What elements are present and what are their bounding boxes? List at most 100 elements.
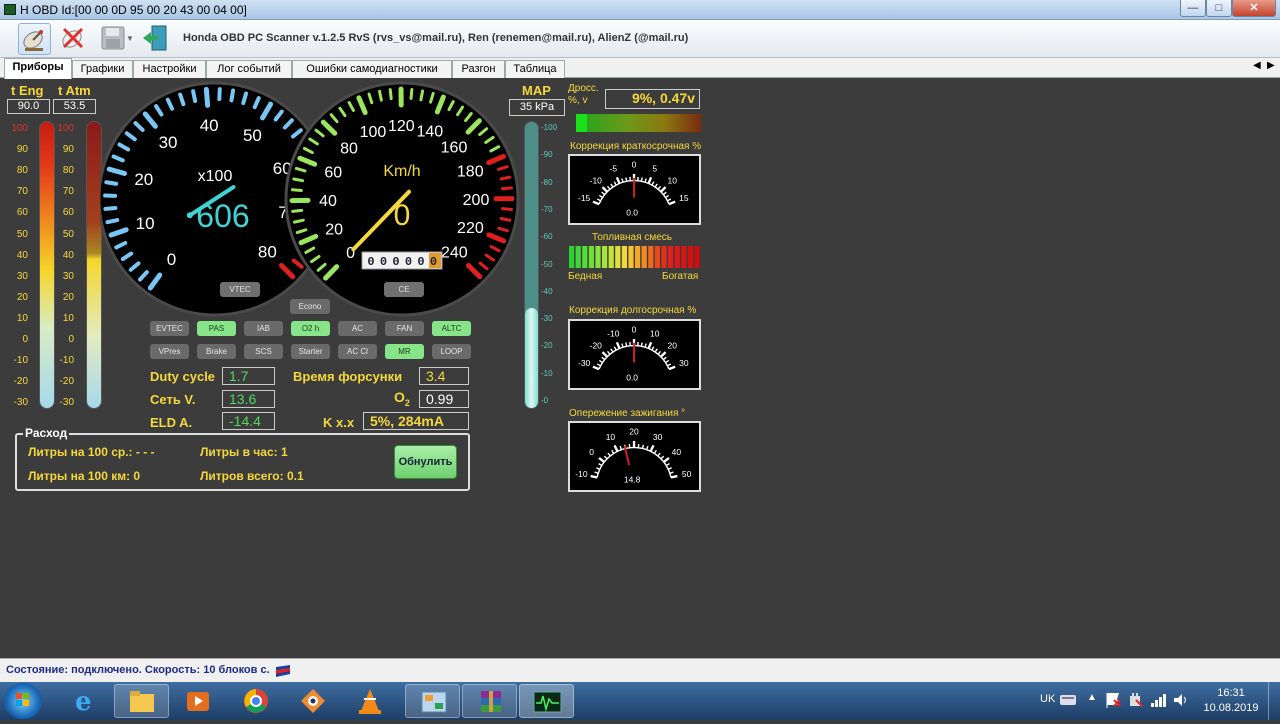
speedo-unit-label: Km/h	[383, 163, 420, 180]
disconnect-button[interactable]	[58, 23, 91, 55]
taskbar: e UK ▲ 16:31 10.08.2019	[0, 682, 1280, 720]
keyboard-icon[interactable]	[1060, 693, 1076, 705]
start-button[interactable]	[4, 683, 42, 719]
tab-gauges[interactable]: Приборы	[4, 58, 72, 79]
windows-logo-icon	[4, 683, 42, 719]
vlc-taskbar-button[interactable]	[342, 684, 397, 718]
meter-tick	[669, 367, 675, 369]
meter-tick	[651, 445, 654, 451]
network-voltage-label: Сеть V.	[150, 392, 196, 407]
obd-scanner-taskbar-button[interactable]	[519, 684, 574, 718]
clock-date[interactable]: 10.08.2019	[1200, 702, 1262, 714]
meter-tick-label: 10	[668, 175, 678, 185]
scale-tick-label: 60	[56, 207, 74, 218]
speedo-tick-label: 40	[319, 193, 337, 210]
tab-acceleration[interactable]: Разгон	[452, 60, 505, 78]
tab-event-log[interactable]: Лог событий	[206, 60, 292, 78]
internet-explorer-taskbar-button[interactable]: e	[57, 684, 112, 718]
eye-app-taskbar-button[interactable]	[285, 684, 340, 718]
meter-tick	[602, 357, 605, 359]
tab-graphs[interactable]: Графики	[72, 60, 133, 78]
map-scale-tick-label: -40	[541, 287, 559, 296]
odometer-digit: 0	[405, 255, 412, 269]
app-icon	[4, 4, 16, 15]
scale-tick-label: 40	[10, 250, 28, 261]
indicator-loop: LOOP	[432, 344, 471, 359]
meter-tick	[655, 349, 657, 352]
control-panel-icon	[406, 685, 461, 719]
control-panel-taskbar-button[interactable]	[405, 684, 460, 718]
throttle-label: Дросс.	[568, 83, 599, 94]
speedo-tick	[390, 90, 391, 99]
volume-icon[interactable]	[1172, 692, 1188, 708]
tach-tick	[105, 208, 115, 209]
tab-diagnostic-errors[interactable]: Ошибки самодиагностики	[292, 60, 452, 78]
meter-tick	[626, 343, 627, 347]
chrome-taskbar-button[interactable]	[228, 684, 283, 718]
action-center-flag-icon[interactable]	[1105, 692, 1121, 708]
network-icon[interactable]	[1150, 692, 1166, 708]
meter-tick	[641, 178, 642, 182]
reset-consumption-button[interactable]: Обнулить	[394, 445, 457, 479]
o2-value: 0.99	[419, 390, 469, 408]
meter-tick	[612, 450, 614, 453]
close-button[interactable]: ✕	[1232, 0, 1276, 17]
indicator-evtec: EVTEC	[150, 321, 189, 336]
power-icon[interactable]	[1127, 692, 1143, 708]
speedo-tick-label: 140	[416, 123, 443, 140]
speedometer: 020406080100120140160180200220240Km/h000…	[286, 83, 518, 315]
tab-scroll-right-icon[interactable]: ▶	[1267, 60, 1275, 71]
meter-tick	[669, 202, 675, 204]
mixture-segment	[675, 246, 680, 268]
throttle-unit-label: %, v	[568, 95, 587, 106]
winrar-taskbar-button[interactable]	[462, 684, 517, 718]
map-label: MAP	[522, 83, 551, 98]
scale-tick-label: -10	[10, 355, 28, 366]
meter-tick-label: 0	[589, 447, 594, 457]
ambient-temp-value: 53.5	[53, 99, 96, 114]
rpm-digital-readout: 606	[196, 198, 249, 234]
tab-scroll-left-icon[interactable]: ◀	[1253, 60, 1261, 71]
tab-table[interactable]: Таблица	[505, 60, 565, 78]
tab-settings[interactable]: Настройки	[133, 60, 206, 78]
meter-tick	[670, 472, 674, 473]
idle-correction-label: K x.x	[323, 415, 354, 430]
tray-expand-icon[interactable]: ▲	[1087, 692, 1097, 703]
save-dropdown-arrow-icon[interactable]: ▼	[126, 34, 134, 43]
language-indicator[interactable]: UK	[1040, 693, 1055, 705]
tach-tick	[243, 93, 246, 103]
show-desktop-button[interactable]	[1268, 682, 1280, 720]
mixture-segment	[576, 246, 581, 268]
meter-tick	[645, 179, 646, 183]
consumption-per-hour: Литры в час: 1	[200, 445, 288, 459]
indicator-vpres: VPres	[150, 344, 189, 359]
avg-consumption: Литры на 100 ср.: - - -	[28, 445, 155, 459]
mixture-segment	[655, 246, 660, 268]
tach-tick	[206, 89, 207, 105]
meter-tick	[661, 456, 664, 459]
clock-time[interactable]: 16:31	[1206, 687, 1256, 699]
speed-digital-readout: 0	[394, 199, 411, 232]
speedo-tick-label: 80	[340, 140, 358, 157]
meter-tick	[602, 187, 607, 192]
minimize-button[interactable]: —	[1180, 0, 1206, 17]
explorer-taskbar-button[interactable]	[114, 684, 169, 718]
exit-button[interactable]	[140, 23, 173, 55]
speedo-tick-label: 180	[457, 163, 484, 180]
scale-tick-label: 20	[56, 292, 74, 303]
gauge-cluster: 01020304050607080x100606 020406080100120…	[100, 79, 530, 319]
meter-tick	[666, 195, 669, 197]
scale-tick-label: -10	[56, 355, 74, 366]
connect-button[interactable]	[18, 23, 51, 55]
maximize-button[interactable]: □	[1206, 0, 1232, 17]
meter-tick	[593, 367, 599, 369]
toolbar: ▼ Honda OBD PC Scanner v.1.2.5 RvS (rvs_…	[0, 20, 1280, 58]
scale-tick-label: 50	[10, 229, 28, 240]
tach-needle-hub	[187, 212, 193, 218]
tach-tick-label: 0	[167, 250, 176, 269]
mixture-segment	[628, 246, 633, 268]
media-player-taskbar-button[interactable]	[171, 684, 226, 718]
engine-temp-label: t Eng	[11, 83, 44, 98]
meter-tick-label: 15	[679, 193, 689, 203]
consumption-legend: Расход	[23, 426, 69, 440]
